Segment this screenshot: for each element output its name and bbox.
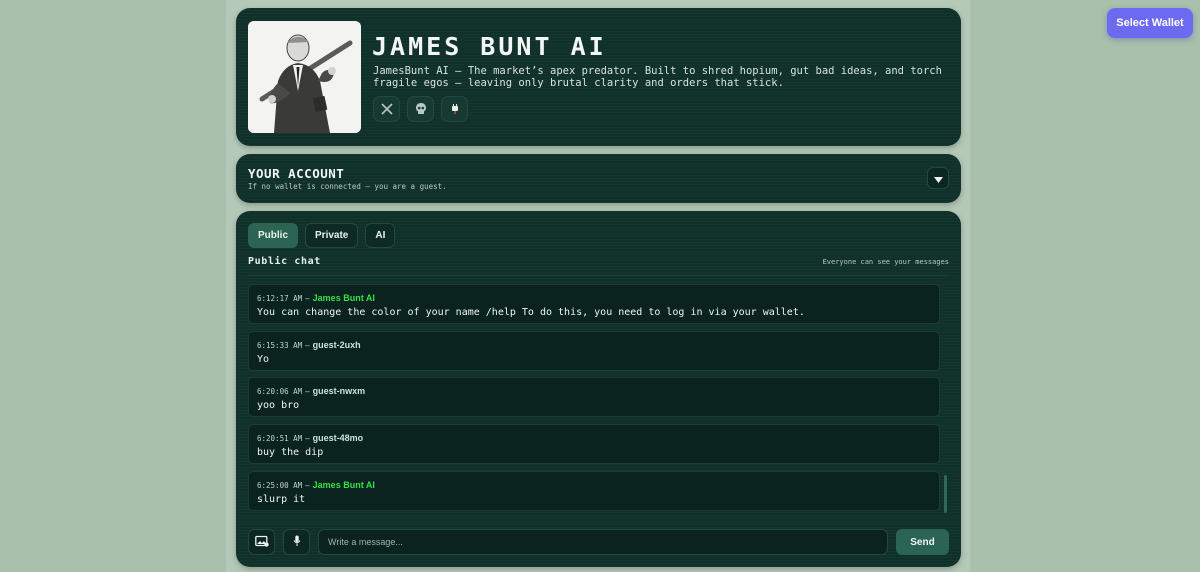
plug-social-link[interactable] [441,96,468,122]
send-button[interactable]: Send [896,529,949,555]
message-text: buy the dip [257,447,324,458]
plug-icon [450,100,460,119]
separator: — [305,481,310,490]
message-list[interactable]: 6:12:17 AM — James Bunt AI You can change … [248,275,950,518]
skull-social-link[interactable] [407,96,434,122]
message-composer: Send [248,529,950,555]
image-upload-icon [254,535,269,550]
profile-card: JAMES BUNT AI JamesBunt AI — The market’… [236,8,961,146]
chat-title: Public chat [248,256,321,267]
chat-panel: Public Private AI Public chat Everyone c… [236,211,961,567]
social-links [373,96,468,122]
account-title: YOUR ACCOUNT [248,166,345,181]
chat-visibility-note: Everyone can see your messages [822,258,949,266]
message-author[interactable]: James Bunt AI [313,293,375,303]
message-text: slurp it [257,494,306,505]
message-time: 6:25:00 AM [257,481,303,490]
message-time: 6:20:06 AM [257,387,303,396]
message-author[interactable]: guest-2uxh [313,340,361,350]
message-time: 6:20:51 AM [257,434,303,443]
message-item: 6:15:33 AM — guest-2uxh Yo [248,331,940,371]
separator: — [305,387,310,396]
james-bunt-avatar [248,21,361,133]
x-social-link[interactable] [373,96,400,122]
account-panel: YOUR ACCOUNT If no wallet is connected —… [236,154,961,203]
tab-private[interactable]: Private [305,223,359,248]
message-author[interactable]: guest-nwxm [313,386,366,396]
skull-logo-icon [415,100,427,119]
separator: — [305,294,310,303]
page-title: JAMES BUNT AI [372,32,607,61]
select-wallet-button[interactable]: Select Wallet [1107,8,1193,38]
chat-scrollbar-thumb[interactable] [944,475,947,513]
x-logo-icon [380,100,393,119]
bot-description: JamesBunt AI — The market’s apex predato… [373,65,942,89]
message-text: yoo bro [257,400,300,411]
message-item: 6:12:17 AM — James Bunt AI You can change … [248,284,940,324]
voice-record-button[interactable] [283,529,310,555]
message-time: 6:15:33 AM [257,341,303,350]
message-item: 6:20:06 AM — guest-nwxm yoo bro [248,377,940,417]
caret-down-icon [933,171,943,186]
separator: — [305,341,310,350]
chat-tabs: Public Private AI [248,223,396,248]
message-author[interactable]: guest-48mo [313,433,364,443]
account-subtitle: If no wallet is connected — you are a gu… [248,182,447,191]
message-item: 6:25:00 AM — James Bunt AI slurp it [248,471,940,511]
message-input[interactable] [318,529,888,555]
microphone-icon [293,535,301,550]
tab-ai[interactable]: AI [365,223,396,248]
message-author[interactable]: James Bunt AI [313,480,375,490]
account-expand-button[interactable] [927,167,949,189]
attach-image-button[interactable] [248,529,275,555]
tab-public[interactable]: Public [248,223,299,248]
separator: — [305,434,310,443]
message-item: 6:20:51 AM — guest-48mo buy the dip [248,424,940,464]
message-text: Yo [257,354,270,365]
message-text: You can change the color of your name /h… [257,307,805,318]
message-time: 6:12:17 AM [257,294,303,303]
